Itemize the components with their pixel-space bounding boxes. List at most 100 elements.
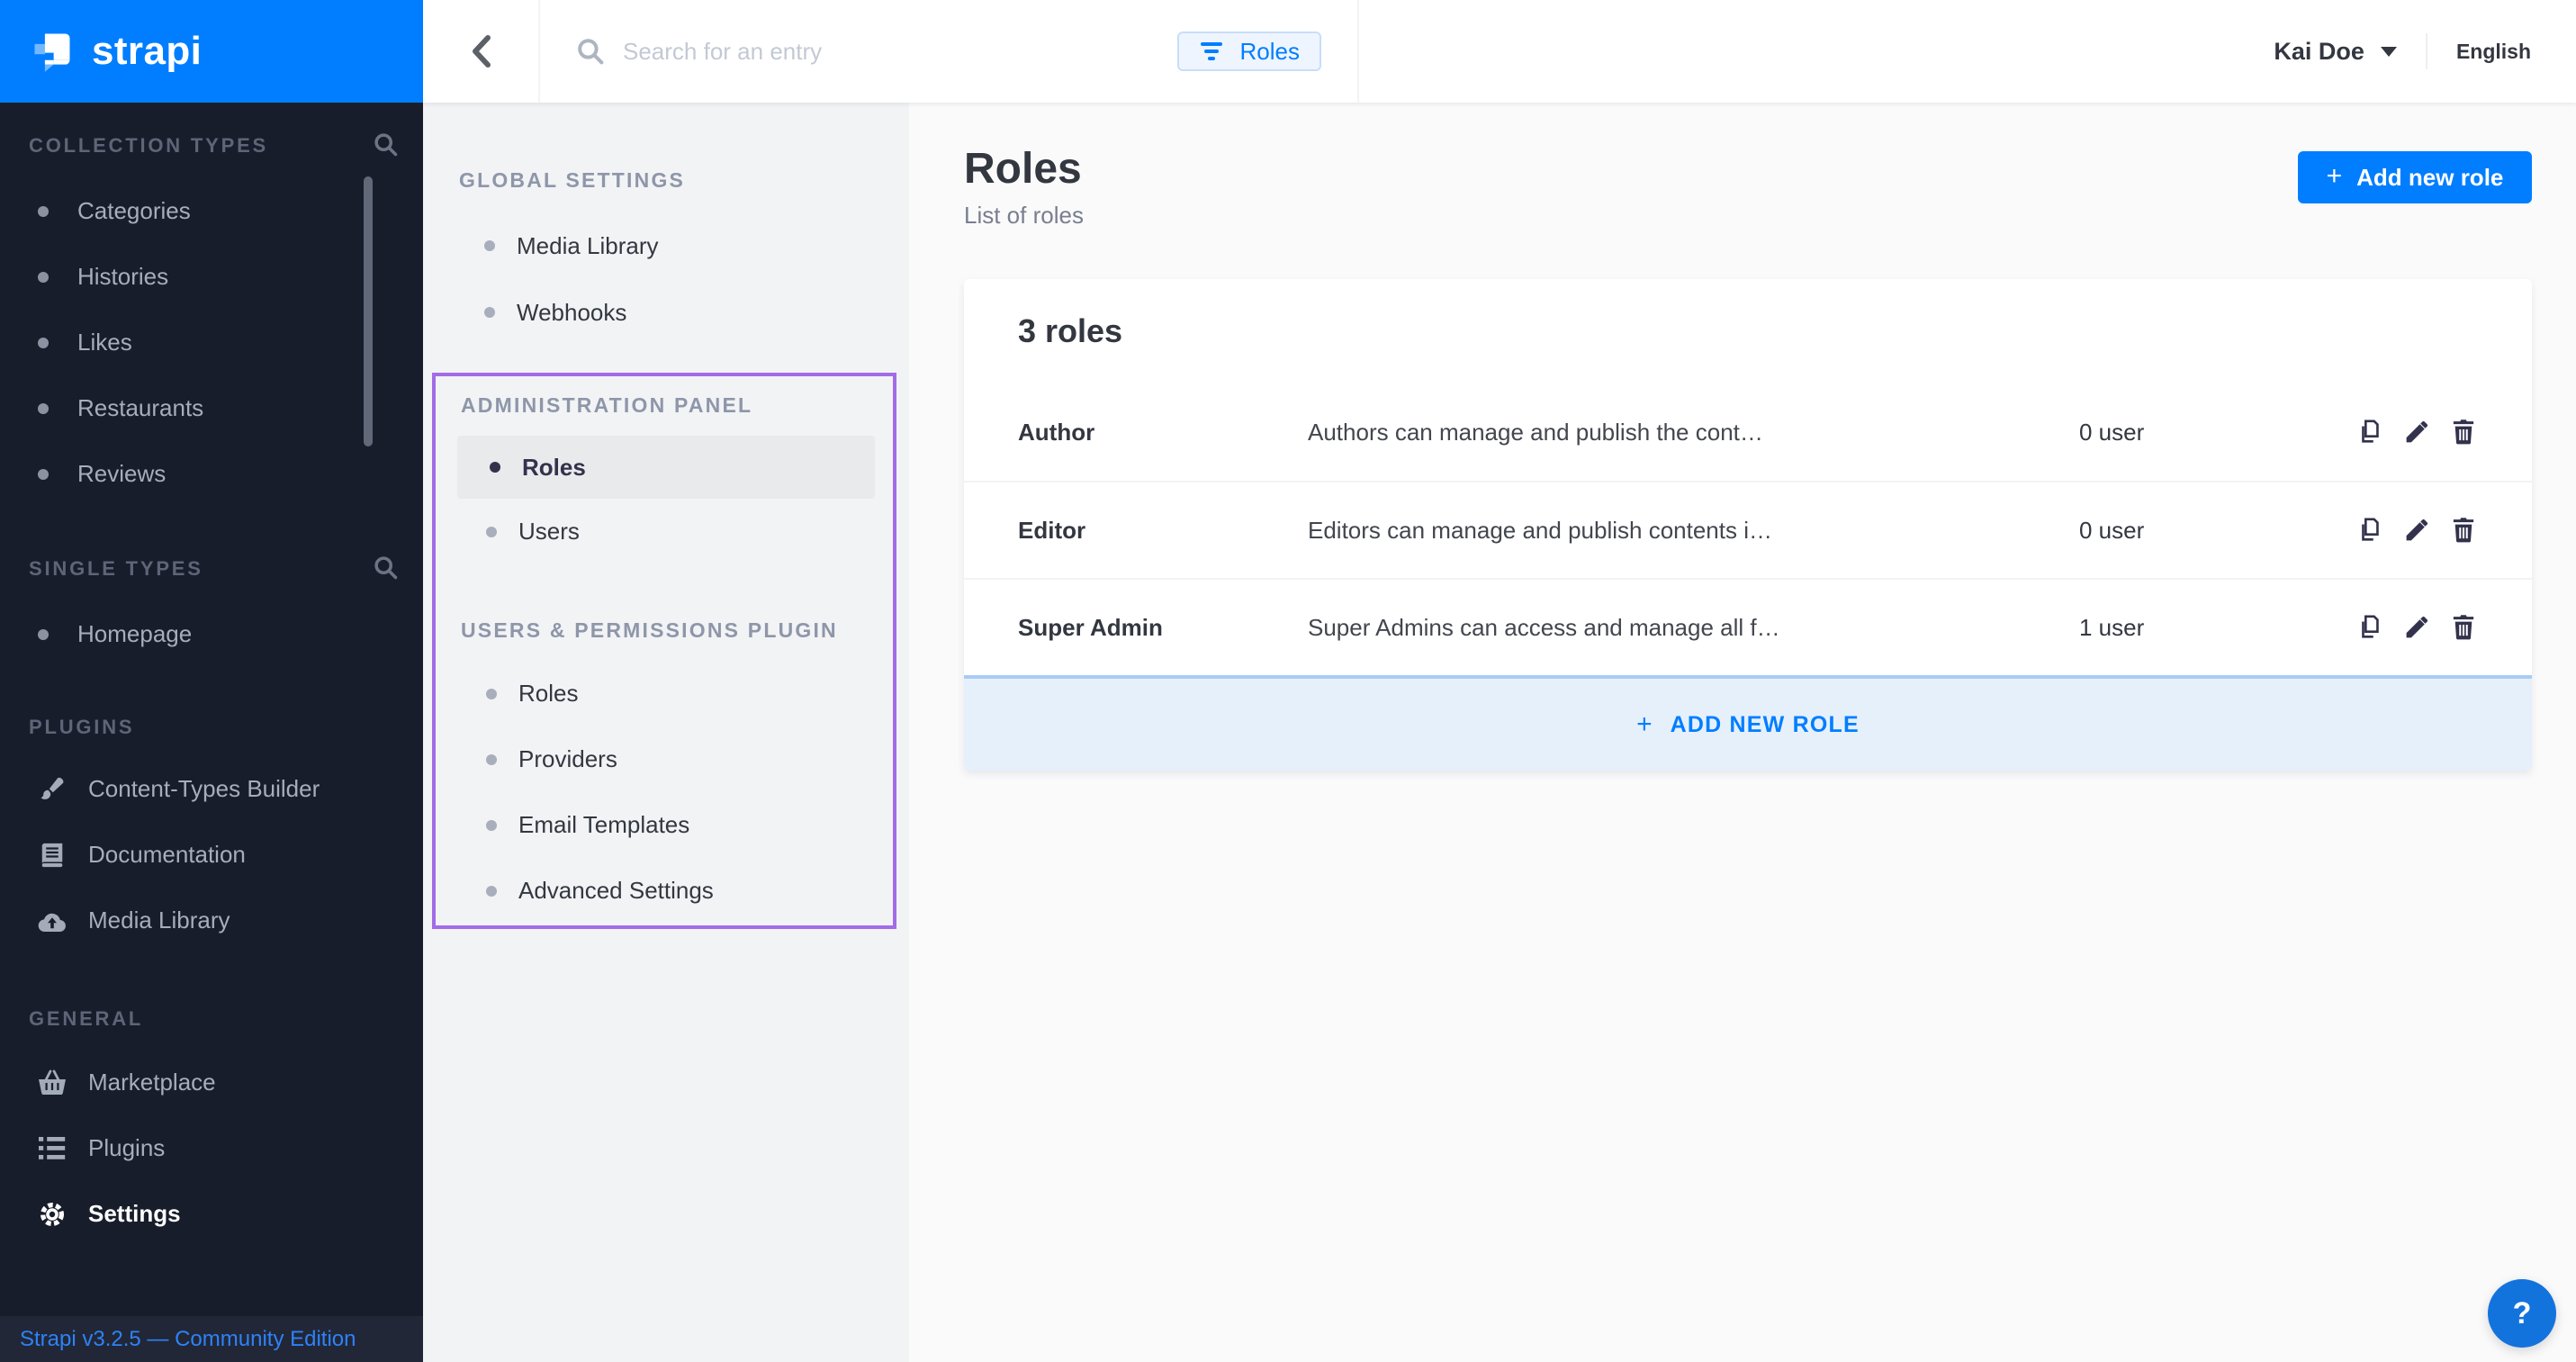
chevron-down-icon — [2381, 47, 2397, 57]
page-subtitle: List of roles — [964, 202, 1084, 230]
main-content: Roles List of roles + Add new role 3 rol… — [909, 103, 2576, 1362]
users-permissions-list: Roles Providers Email Templates Advanced… — [436, 661, 893, 924]
role-name: Super Admin — [1018, 614, 1308, 642]
sidebar-item-histories[interactable]: Histories — [0, 244, 423, 310]
bullet-icon — [38, 403, 49, 414]
bullet-icon — [38, 272, 49, 283]
delete-icon[interactable] — [2449, 516, 2478, 545]
sidebar-item-plugins[interactable]: Plugins — [0, 1115, 423, 1181]
edit-icon[interactable] — [2402, 613, 2431, 642]
table-row-super-admin[interactable]: Super Admin Super Admins can access and … — [964, 578, 2532, 675]
role-users-count: 0 user — [2079, 517, 2355, 545]
sidebar-item-marketplace[interactable]: Marketplace — [0, 1050, 423, 1115]
general-list: Marketplace Plugins Settings — [0, 1050, 423, 1247]
role-name: Author — [1018, 419, 1308, 446]
bullet-icon — [484, 307, 495, 318]
sidebar-item-reviews[interactable]: Reviews — [0, 441, 423, 507]
section-heading-single-types: SINGLE TYPES — [0, 555, 423, 583]
settings-item-admin-users[interactable]: Users — [436, 499, 893, 564]
filter-chip-label: Roles — [1240, 38, 1300, 66]
role-description: Authors can manage and publish the cont… — [1308, 419, 2079, 446]
strapi-logo[interactable]: strapi — [0, 0, 423, 103]
sidebar-item-restaurants[interactable]: Restaurants — [0, 375, 423, 441]
sidebar-item-content-types-builder[interactable]: Content-Types Builder — [0, 756, 423, 822]
search-icon[interactable] — [373, 555, 400, 587]
search-input[interactable] — [623, 38, 1177, 66]
role-name: Editor — [1018, 517, 1308, 545]
sidebar-item-homepage[interactable]: Homepage — [0, 601, 423, 667]
bullet-icon — [38, 338, 49, 348]
bullet-icon — [486, 754, 497, 765]
bullet-icon — [38, 629, 49, 640]
table-row-editor[interactable]: Editor Editors can manage and publish co… — [964, 481, 2532, 578]
plus-icon: + — [1636, 709, 1653, 740]
settings-item-webhooks[interactable]: Webhooks — [423, 279, 909, 346]
settings-sidebar: GLOBAL SETTINGS Media Library Webhooks A… — [423, 103, 909, 1362]
sidebar-footer: Strapi v3.2.5 — Community Edition — [0, 1316, 423, 1362]
roles-table-card: 3 roles Author Authors can manage and pu… — [964, 279, 2532, 771]
chevron-left-icon — [470, 35, 491, 68]
sidebar-item-documentation[interactable]: Documentation — [0, 822, 423, 888]
edit-icon[interactable] — [2402, 516, 2431, 545]
list-icon — [38, 1134, 67, 1163]
sidebar-item-likes[interactable]: Likes — [0, 310, 423, 375]
language-selector[interactable]: English — [2456, 40, 2531, 64]
row-actions — [2355, 516, 2478, 545]
settings-item-up-providers[interactable]: Providers — [436, 726, 893, 792]
duplicate-icon[interactable] — [2355, 516, 2384, 545]
bullet-icon — [490, 462, 500, 473]
sidebar-item-settings[interactable]: Settings — [0, 1181, 423, 1247]
add-new-role-footer-button[interactable]: + ADD NEW ROLE — [964, 675, 2532, 771]
gear-icon — [38, 1200, 67, 1229]
settings-item-up-email-templates[interactable]: Email Templates — [436, 792, 893, 858]
sidebar-scrollbar[interactable] — [364, 176, 373, 446]
book-icon — [38, 841, 67, 870]
bullet-icon — [38, 469, 49, 480]
delete-icon[interactable] — [2449, 418, 2478, 446]
sidebar-item-media-library[interactable]: Media Library — [0, 888, 423, 953]
page-title: Roles — [964, 144, 1084, 194]
table-row-author[interactable]: Author Authors can manage and publish th… — [964, 383, 2532, 481]
page-title-block: Roles List of roles — [964, 144, 1084, 230]
role-users-count: 1 user — [2079, 614, 2355, 642]
section-heading-general: GENERAL — [0, 1005, 423, 1033]
main-sidebar: strapi COLLECTION TYPES Categories Histo… — [0, 0, 423, 1362]
paintbrush-icon — [38, 775, 67, 804]
roles-count: 3 roles — [964, 279, 2532, 383]
user-menu[interactable]: Kai Doe — [2274, 38, 2397, 66]
section-heading-collection-types: COLLECTION TYPES — [0, 131, 423, 160]
role-description: Super Admins can access and manage all f… — [1308, 614, 2079, 642]
plus-icon: + — [2327, 163, 2343, 190]
collection-types-list: Categories Histories Likes Restaurants R… — [0, 178, 423, 507]
plugins-list: Content-Types Builder Documentation Medi… — [0, 756, 423, 953]
section-heading-administration-panel: ADMINISTRATION PANEL — [436, 391, 893, 419]
bullet-icon — [486, 886, 497, 897]
back-button[interactable] — [423, 0, 540, 103]
filter-icon — [1199, 41, 1224, 62]
strapi-logo-icon — [29, 28, 76, 75]
role-description: Editors can manage and publish contents … — [1308, 517, 2079, 545]
search-icon[interactable] — [373, 131, 400, 164]
settings-item-media-library[interactable]: Media Library — [423, 212, 909, 279]
delete-icon[interactable] — [2449, 613, 2478, 642]
settings-item-up-advanced-settings[interactable]: Advanced Settings — [436, 858, 893, 924]
page-header: Roles List of roles + Add new role — [909, 103, 2576, 230]
add-new-role-button[interactable]: + Add new role — [2298, 151, 2532, 203]
duplicate-icon[interactable] — [2355, 613, 2384, 642]
settings-item-admin-roles[interactable]: Roles — [457, 436, 875, 499]
filter-chip-roles[interactable]: Roles — [1177, 32, 1321, 71]
duplicate-icon[interactable] — [2355, 418, 2384, 446]
user-name: Kai Doe — [2274, 38, 2364, 66]
role-users-count: 0 user — [2079, 419, 2355, 446]
help-button[interactable]: ? — [2488, 1279, 2556, 1348]
bullet-icon — [486, 820, 497, 831]
version-link[interactable]: Strapi v3.2.5 — Community Edition — [20, 1327, 356, 1352]
section-heading-plugins: PLUGINS — [0, 713, 423, 742]
sidebar-item-categories[interactable]: Categories — [0, 178, 423, 244]
divider — [2426, 33, 2427, 69]
section-heading-users-permissions-plugin: USERS & PERMISSIONS PLUGIN — [436, 616, 893, 645]
edit-icon[interactable] — [2402, 418, 2431, 446]
global-settings-list: Media Library Webhooks — [423, 212, 909, 346]
row-actions — [2355, 613, 2478, 642]
settings-item-up-roles[interactable]: Roles — [436, 661, 893, 726]
